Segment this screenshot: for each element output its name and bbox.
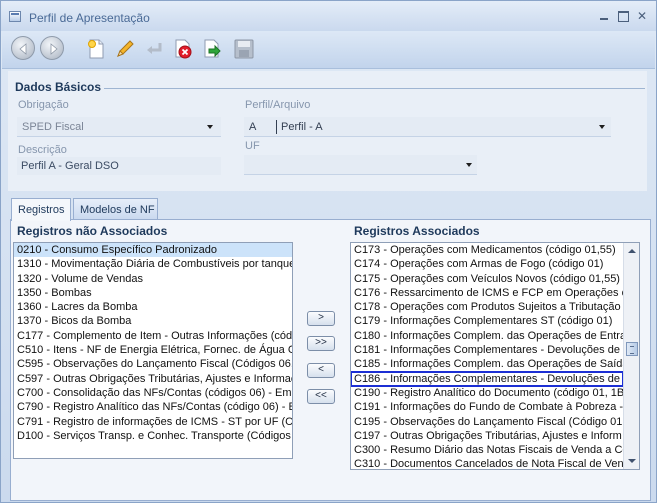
- undo-icon: [147, 43, 162, 54]
- chevron-down-icon: [207, 125, 213, 129]
- section-divider: [104, 88, 645, 89]
- tab-modelos-nf[interactable]: Modelos de NF: [73, 198, 158, 220]
- scroll-down-icon[interactable]: [628, 459, 636, 463]
- list-item[interactable]: 1310 - Movimentação Diária de Combustíve…: [14, 257, 292, 271]
- new-button[interactable]: [81, 34, 109, 64]
- minimize-icon[interactable]: [597, 10, 611, 22]
- list-item[interactable]: C791 - Registro de informações de ICMS -…: [14, 415, 292, 429]
- delete-button[interactable]: [168, 34, 196, 64]
- basic-data-title: Dados Básicos: [15, 80, 102, 94]
- obrigacao-label: Obrigação: [18, 99, 69, 111]
- list-item[interactable]: C175 - Operações com Veículos Novos (cód…: [351, 272, 623, 286]
- close-icon[interactable]: ✕: [635, 10, 649, 22]
- remove-one-button[interactable]: <: [307, 363, 335, 378]
- add-one-button[interactable]: >: [307, 311, 335, 326]
- descricao-field[interactable]: Perfil A - Geral DSO: [17, 157, 221, 175]
- list-item[interactable]: C181 - Informações Complementares - Devo…: [351, 343, 630, 357]
- save-icon: [234, 39, 254, 59]
- not-associated-title: Registros não Associados: [17, 224, 168, 238]
- associated-title: Registros Associados: [354, 224, 480, 238]
- scroll-thumb[interactable]: [626, 342, 638, 356]
- list-item[interactable]: C190 - Registro Analítico do Documento (…: [351, 386, 627, 400]
- list-item[interactable]: C195 - Observações do Lançamento Fiscal …: [351, 415, 625, 429]
- edit-button[interactable]: [110, 34, 138, 64]
- tab-registros[interactable]: Registros: [11, 198, 71, 221]
- list-item[interactable]: 1320 - Volume de Vendas: [14, 272, 292, 286]
- undo-button[interactable]: [139, 34, 167, 64]
- column-separator: [276, 120, 277, 134]
- title-bar[interactable]: Perfil de Apresentação ✕: [1, 1, 656, 31]
- list-item[interactable]: C700 - Consolidação das NFs/Contas (códi…: [14, 386, 292, 400]
- list-item[interactable]: C173 - Operações com Medicamentos (códig…: [351, 243, 623, 257]
- list-item[interactable]: 1350 - Bombas: [14, 286, 292, 300]
- list-item[interactable]: C174 - Operações com Armas de Fogo (códi…: [351, 257, 623, 271]
- save-button[interactable]: [229, 34, 257, 64]
- forward-icon: [40, 36, 64, 60]
- uf-label: UF: [245, 140, 260, 152]
- list-item[interactable]: C178 - Operações com Produtos Sujeitos a…: [351, 300, 629, 314]
- maximize-icon[interactable]: [616, 10, 630, 22]
- list-item[interactable]: C300 - Resumo Diário das Notas Fiscais d…: [351, 443, 632, 457]
- remove-all-button[interactable]: <<: [307, 389, 335, 404]
- not-associated-list[interactable]: 0210 - Consumo Específico Padronizado 131…: [13, 242, 293, 459]
- descricao-value: Perfil A - Geral DSO: [21, 160, 119, 172]
- chevron-down-icon: [466, 163, 472, 167]
- list-item[interactable]: 1360 - Lacres da Bomba: [14, 300, 292, 314]
- associated-items: C173 - Operações com Medicamentos (códig…: [351, 243, 636, 469]
- list-item[interactable]: C179 - Informações Complementares ST (có…: [351, 314, 623, 328]
- back-icon: [11, 36, 35, 60]
- obrigacao-select[interactable]: SPED Fiscal: [17, 117, 221, 137]
- list-item[interactable]: C595 - Observações do Lançamento Fiscal …: [14, 357, 292, 371]
- not-associated-items: 0210 - Consumo Específico Padronizado 131…: [14, 243, 292, 443]
- perfil-arquivo-label: Perfil/Arquivo: [245, 99, 311, 111]
- list-item[interactable]: C180 - Informações Complem. das Operaçõe…: [351, 329, 632, 343]
- app-icon: [9, 11, 21, 22]
- descricao-label: Descrição: [18, 144, 67, 156]
- export-button[interactable]: [197, 34, 225, 64]
- list-item[interactable]: C597 - Outras Obrigações Tributárias, Aj…: [14, 372, 292, 386]
- list-item[interactable]: C176 - Ressarcimento de ICMS e FCP em Op…: [351, 286, 633, 300]
- list-item[interactable]: 0210 - Consumo Específico Padronizado: [14, 243, 292, 258]
- list-item[interactable]: C185 - Informações Complem. das Operaçõe…: [351, 357, 629, 371]
- list-item[interactable]: 1370 - Bicos da Bomba: [14, 314, 292, 328]
- scroll-up-icon[interactable]: [628, 249, 636, 253]
- list-item[interactable]: D100 - Serviços Transp. e Conhec. Transp…: [14, 429, 292, 443]
- window-title: Perfil de Apresentação: [29, 11, 150, 25]
- new-icon: [88, 39, 104, 59]
- perfil-code: A: [249, 121, 257, 133]
- toolbar: [2, 31, 655, 69]
- list-item[interactable]: C310 - Documentos Cancelados de Nota Fis…: [351, 457, 636, 469]
- back-button[interactable]: [10, 34, 38, 64]
- export-icon: [204, 39, 221, 58]
- add-all-button[interactable]: >>: [307, 336, 335, 351]
- list-item[interactable]: C186 - Informações Complementares - Devo…: [351, 370, 630, 387]
- list-item[interactable]: C510 - Itens - NF de Energia Elétrica, F…: [14, 343, 292, 357]
- associated-scrollbar[interactable]: [623, 243, 639, 469]
- list-item[interactable]: C177 - Complemento de Item - Outras Info…: [14, 329, 292, 343]
- list-item[interactable]: C191 - Informações do Fundo de Combate à…: [351, 400, 629, 414]
- edit-icon: [117, 40, 134, 57]
- delete-icon: [175, 39, 192, 59]
- profile-window: Perfil de Apresentação ✕ Dados Básicos O…: [0, 0, 657, 503]
- forward-button[interactable]: [39, 34, 67, 64]
- list-item[interactable]: C197 - Outras Obrigações Tributárias, Aj…: [351, 429, 623, 443]
- associated-list[interactable]: C173 - Operações com Medicamentos (códig…: [350, 242, 640, 470]
- perfil-value: Perfil - A: [281, 121, 323, 133]
- obrigacao-value: SPED Fiscal: [22, 121, 84, 133]
- uf-select[interactable]: [244, 155, 477, 175]
- chevron-down-icon: [599, 125, 605, 129]
- list-item[interactable]: C790 - Registro Analítico das NFs/Contas…: [14, 400, 292, 414]
- perfil-arquivo-select[interactable]: A Perfil - A: [244, 117, 611, 137]
